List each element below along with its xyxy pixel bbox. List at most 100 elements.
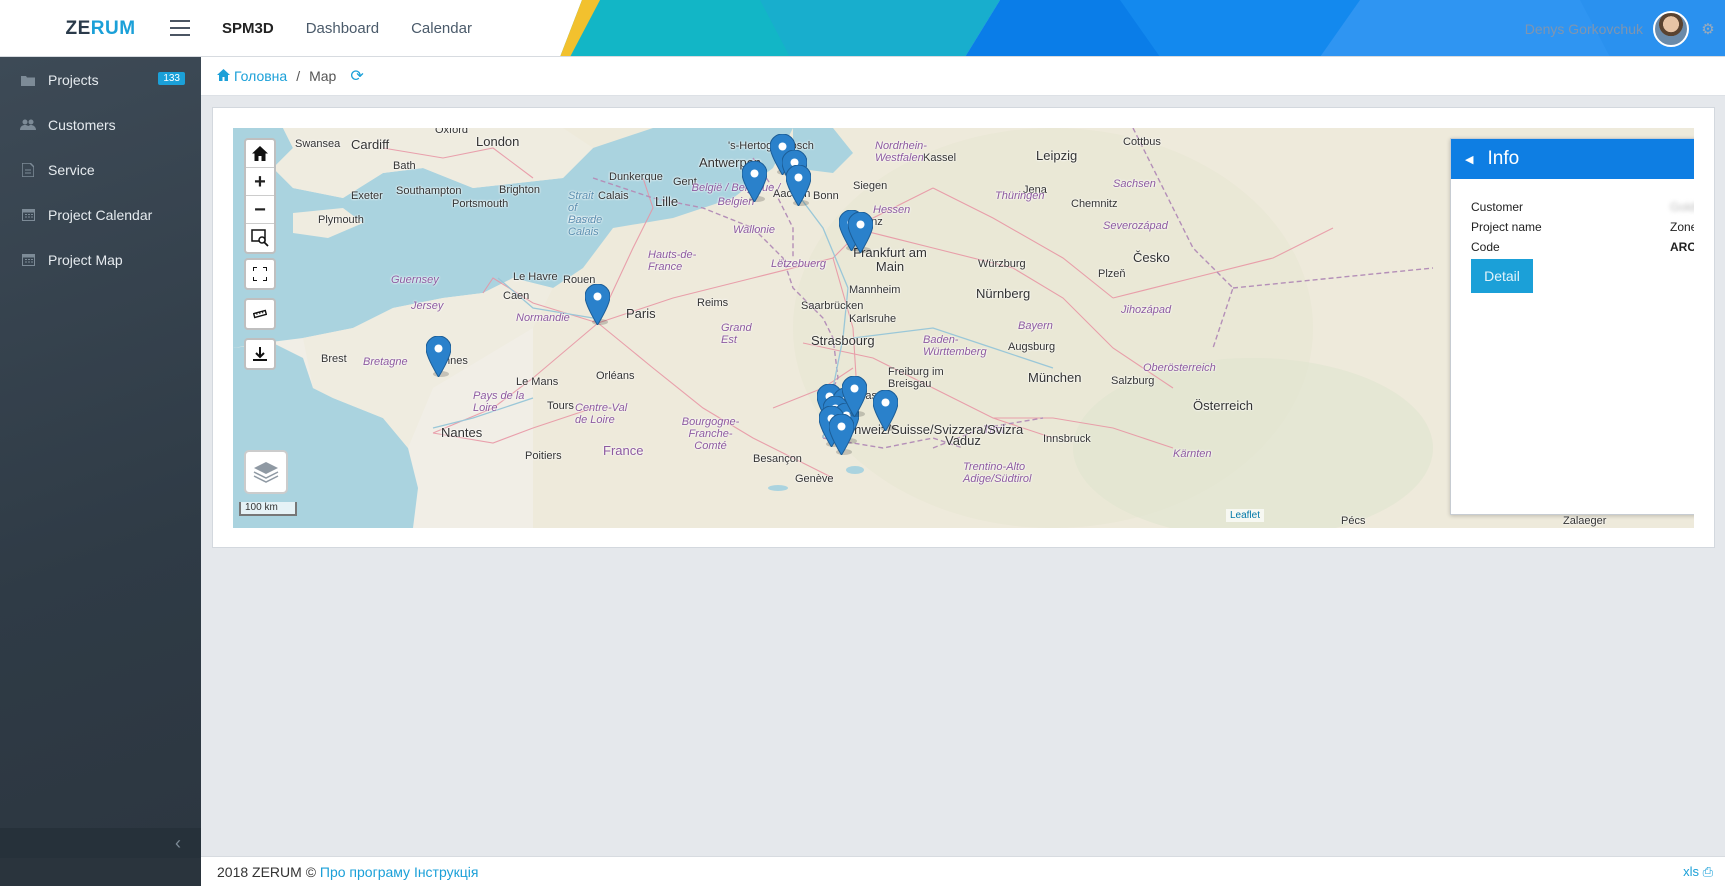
map-label: Brest bbox=[321, 353, 347, 365]
zoom-in-icon[interactable]: + bbox=[246, 168, 274, 196]
map-label: Swansea bbox=[295, 138, 341, 150]
map-label: Bonn bbox=[813, 190, 839, 202]
printer-icon: ⎙ bbox=[1702, 864, 1713, 879]
info-body: Customer Goldtea Project name Zone 20 Co… bbox=[1451, 179, 1694, 311]
sidebar-item-customers[interactable]: Customers bbox=[0, 102, 201, 147]
export-label: xls bbox=[1683, 864, 1699, 879]
map-label: Trentino-Alto Adige/Südtirol bbox=[963, 461, 1032, 485]
map-label: Exeter bbox=[351, 190, 383, 202]
footer-about-link[interactable]: Про програму bbox=[320, 864, 410, 880]
map-label: Lëtzebuerg bbox=[771, 258, 827, 270]
measure-icon[interactable] bbox=[244, 298, 276, 330]
map-label: Nantes bbox=[441, 425, 483, 440]
users-icon bbox=[20, 118, 36, 132]
top-nav: SPM3D Dashboard Calendar bbox=[222, 0, 472, 56]
info-row-project-name: Project name Zone 20 bbox=[1471, 217, 1694, 237]
map-label: Plymouth bbox=[318, 214, 364, 226]
map-label: Pécs bbox=[1341, 515, 1366, 527]
map-label: Plzeň bbox=[1098, 268, 1126, 280]
zoom-out-icon[interactable]: − bbox=[246, 196, 274, 224]
project-map[interactable]: Swansea Cardiff Oxford London Bath Exete… bbox=[233, 128, 1694, 528]
projects-count-badge: 133 bbox=[158, 72, 185, 85]
footer-manual-link[interactable]: Інструкція bbox=[414, 864, 479, 880]
detail-button[interactable]: Detail bbox=[1471, 259, 1533, 293]
layers-icon[interactable] bbox=[244, 450, 288, 494]
map-label: France bbox=[603, 443, 644, 458]
brand-part2: RUM bbox=[90, 17, 136, 39]
caret-left-icon[interactable]: ◀ bbox=[1465, 153, 1473, 166]
breadcrumb-home[interactable]: Головна bbox=[217, 68, 287, 84]
map-marker-icon[interactable] bbox=[841, 375, 868, 418]
refresh-icon[interactable]: ⟳ bbox=[350, 66, 363, 86]
map-marker-icon[interactable] bbox=[847, 211, 874, 254]
map-label: Karlsruhe bbox=[849, 313, 897, 325]
map-label: Reims bbox=[697, 297, 729, 309]
info-value: Zone 20 bbox=[1670, 220, 1694, 234]
map-label: Guernsey bbox=[391, 274, 439, 286]
info-panel: ◀ Info Customer Goldtea Project name Zon… bbox=[1450, 138, 1694, 515]
sidebar-collapse-button[interactable]: ‹ bbox=[0, 828, 201, 858]
map-label: London bbox=[476, 134, 520, 149]
avatar[interactable] bbox=[1653, 10, 1689, 47]
map-label: Pays de la Loire bbox=[473, 390, 525, 414]
map-label: Thüringen bbox=[995, 190, 1045, 202]
sidebar-item-project-map[interactable]: Project Map bbox=[0, 237, 201, 282]
folder-icon bbox=[20, 73, 36, 87]
nav-calendar[interactable]: Calendar bbox=[411, 20, 472, 37]
map-label: Poitiers bbox=[525, 450, 562, 462]
info-title: Info bbox=[1487, 148, 1520, 169]
map-marker-icon[interactable] bbox=[741, 160, 768, 203]
top-bar: ZE RUM SPM3D Dashboard Calendar Denys Gor… bbox=[0, 0, 1725, 57]
map-label: Kärnten bbox=[1173, 448, 1212, 460]
map-marker-icon[interactable] bbox=[425, 335, 452, 378]
box-zoom-icon[interactable] bbox=[246, 224, 274, 252]
breadcrumb: Головна / Map ⟳ bbox=[201, 57, 1725, 96]
map-label: Cardiff bbox=[351, 137, 390, 152]
map-label: Brighton bbox=[499, 184, 540, 196]
map-attribution-link[interactable]: Leaflet bbox=[1225, 509, 1264, 522]
map-label: Cottbus bbox=[1123, 136, 1161, 148]
map-label: Besançon bbox=[753, 453, 802, 465]
map-nav-controls: + − bbox=[244, 138, 276, 254]
export-xls-button[interactable]: xls ⎙ bbox=[1683, 864, 1713, 880]
map-label: Jersey bbox=[411, 300, 444, 312]
sidebar-item-label: Customers bbox=[48, 116, 116, 133]
map-label: Dunkerque bbox=[609, 171, 663, 183]
menu-toggle-icon[interactable] bbox=[170, 20, 190, 36]
map-label: Wallonie bbox=[733, 224, 775, 236]
home-icon[interactable] bbox=[246, 140, 274, 168]
map-marker-icon[interactable] bbox=[785, 164, 812, 207]
map-label: Normandie bbox=[516, 312, 570, 324]
brand-part1: ZE bbox=[65, 17, 91, 39]
user-name[interactable]: Denys Gorkovchuk bbox=[1525, 21, 1643, 37]
footer-copyright: 2018 ZERUM © bbox=[217, 863, 317, 880]
map-label: Oxford bbox=[435, 128, 469, 136]
map-marker-icon[interactable] bbox=[828, 413, 855, 456]
map-label: Saarbrücken bbox=[801, 300, 864, 312]
map-label: Hauts-de-France bbox=[648, 249, 697, 273]
map-label: Centre-Val de Loire bbox=[575, 402, 628, 426]
sidebar-item-projects[interactable]: Projects 133 bbox=[0, 57, 201, 102]
map-marker-icon[interactable] bbox=[872, 389, 899, 432]
download-icon[interactable] bbox=[244, 338, 276, 370]
user-menu[interactable]: Denys Gorkovchuk ⚙ bbox=[1525, 0, 1725, 56]
map-label: Lille bbox=[655, 194, 679, 209]
sidebar-item-label: Service bbox=[48, 161, 95, 178]
map-label: Genève bbox=[795, 473, 834, 485]
nav-spm3d[interactable]: SPM3D bbox=[222, 20, 274, 37]
map-label: Bayern bbox=[1018, 320, 1053, 332]
gear-icon[interactable]: ⚙ bbox=[1699, 20, 1717, 38]
nav-dashboard[interactable]: Dashboard bbox=[306, 20, 379, 37]
map-panel: Swansea Cardiff Oxford London Bath Exete… bbox=[212, 107, 1715, 548]
map-label: Siegen bbox=[853, 180, 888, 192]
map-label: Jihozápad bbox=[1121, 304, 1172, 316]
info-value: Goldtea bbox=[1670, 200, 1694, 214]
sidebar-item-project-calendar[interactable]: Project Calendar bbox=[0, 192, 201, 237]
map-scale: 100 km bbox=[239, 502, 297, 516]
calendar-icon bbox=[20, 253, 36, 267]
sidebar-item-service[interactable]: Service bbox=[0, 147, 201, 192]
map-label: Leipzig bbox=[1036, 148, 1078, 163]
fullscreen-icon[interactable] bbox=[244, 258, 276, 290]
info-row-code: Code ARC 2019-4 bbox=[1471, 237, 1694, 257]
map-marker-icon[interactable] bbox=[584, 283, 611, 326]
